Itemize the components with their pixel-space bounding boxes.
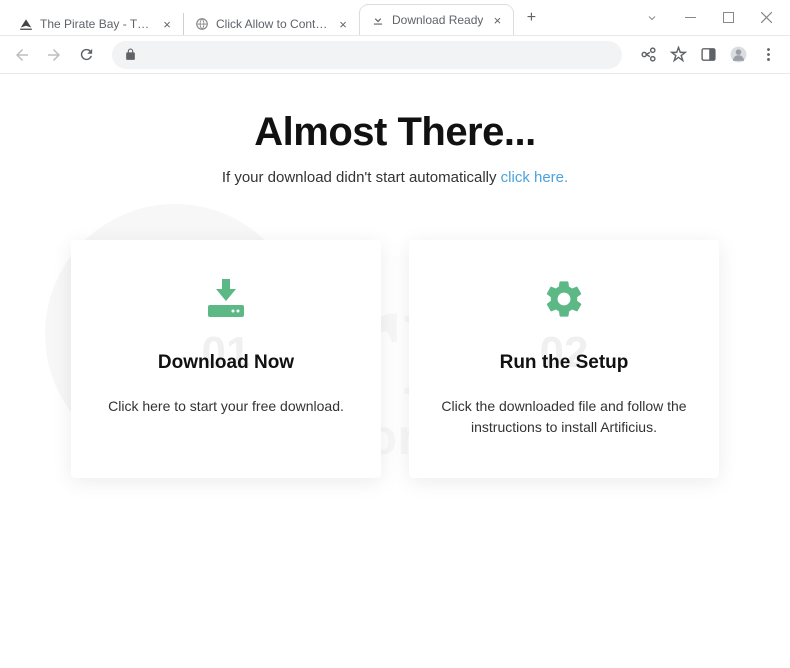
- browser-toolbar: [0, 36, 790, 74]
- click-here-link[interactable]: click here.: [501, 169, 569, 186]
- chevron-down-icon[interactable]: [634, 4, 670, 32]
- card-setup[interactable]: 02 Run the Setup Click the downloaded fi…: [409, 240, 719, 478]
- tab-label: Download Ready: [392, 13, 483, 27]
- close-icon[interactable]: ×: [335, 16, 351, 32]
- close-icon[interactable]: ×: [489, 12, 505, 28]
- hero: Almost There... If your download didn't …: [0, 110, 790, 186]
- maximize-button[interactable]: [710, 4, 746, 32]
- card-download[interactable]: 01 Download Now Click here to start your…: [71, 240, 381, 478]
- card-title: Run the Setup: [433, 352, 695, 374]
- menu-icon[interactable]: [754, 41, 782, 69]
- subtitle: If your download didn't start automatica…: [0, 169, 790, 186]
- tab-pirate-bay[interactable]: The Pirate Bay - The galaxy's mo ×: [8, 13, 184, 35]
- tab-label: Click Allow to Continue: [216, 17, 329, 31]
- toolbar-actions: [634, 41, 782, 69]
- profile-icon[interactable]: [724, 41, 752, 69]
- steps-container: 01 Download Now Click here to start your…: [0, 240, 790, 478]
- reload-button[interactable]: [72, 41, 100, 69]
- close-icon[interactable]: ×: [159, 16, 175, 32]
- tab-strip: The Pirate Bay - The galaxy's mo × Click…: [0, 0, 545, 35]
- minimize-button[interactable]: [672, 4, 708, 32]
- new-tab-button[interactable]: +: [517, 4, 545, 32]
- close-window-button[interactable]: [748, 4, 784, 32]
- browser-titlebar: The Pirate Bay - The galaxy's mo × Click…: [0, 0, 790, 36]
- back-button[interactable]: [8, 41, 36, 69]
- forward-button[interactable]: [40, 41, 68, 69]
- tab-download-ready[interactable]: Download Ready ×: [360, 5, 513, 35]
- ship-icon: [18, 16, 34, 32]
- lock-icon: [124, 48, 138, 62]
- card-title: Download Now: [95, 352, 357, 374]
- download-icon: [370, 12, 386, 28]
- card-description: Click here to start your free download.: [95, 396, 357, 417]
- bookmark-icon[interactable]: [664, 41, 692, 69]
- card-description: Click the downloaded file and follow the…: [433, 396, 695, 438]
- tab-label: The Pirate Bay - The galaxy's mo: [40, 17, 153, 31]
- page-title: Almost There...: [0, 110, 790, 155]
- globe-icon: [194, 16, 210, 32]
- address-bar[interactable]: [112, 41, 622, 69]
- gear-icon: [433, 274, 695, 324]
- window-controls: [634, 0, 790, 35]
- share-icon[interactable]: [634, 41, 662, 69]
- page-content: Almost There... If your download didn't …: [0, 74, 790, 668]
- download-icon: [95, 274, 357, 324]
- side-panel-icon[interactable]: [694, 41, 722, 69]
- subtitle-text: If your download didn't start automatica…: [222, 169, 501, 186]
- tab-click-allow[interactable]: Click Allow to Continue ×: [184, 13, 360, 35]
